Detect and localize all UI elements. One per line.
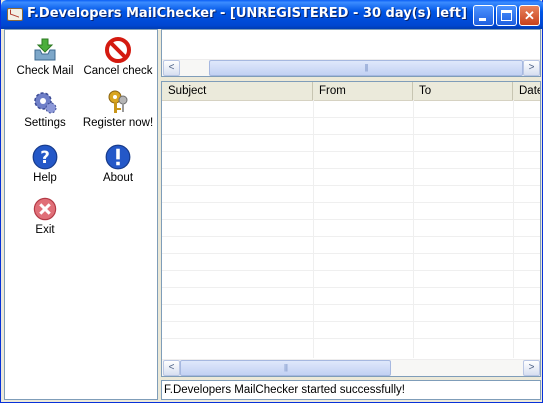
exit-icon <box>33 197 57 221</box>
about-icon <box>105 144 131 170</box>
settings-button[interactable]: Settings <box>9 89 81 129</box>
scroll-left-button[interactable]: < <box>163 60 180 76</box>
maximize-icon <box>501 10 512 21</box>
close-button[interactable]: ✕ <box>519 5 540 26</box>
gears-icon <box>34 92 57 114</box>
minimize-icon <box>479 18 486 21</box>
cancel-check-button[interactable]: Cancel check <box>82 37 154 77</box>
help-button[interactable]: ? Help <box>9 144 81 184</box>
grid-row-line <box>162 236 540 237</box>
maximize-button[interactable] <box>496 5 517 26</box>
accounts-horizontal-scrollbar[interactable]: < ||| > <box>162 59 540 76</box>
scroll-thumb[interactable]: ||| <box>209 60 523 76</box>
close-icon: ✕ <box>524 8 535 23</box>
scroll-left-button[interactable]: < <box>163 360 180 376</box>
grid-column-divider <box>413 100 414 358</box>
column-date[interactable]: Date <box>513 82 540 100</box>
check-mail-button[interactable]: Check Mail <box>9 37 81 77</box>
grid-row-line <box>162 185 540 186</box>
cancel-icon <box>105 37 131 63</box>
messages-list[interactable]: Subject From To Date < ||| > <box>161 81 541 377</box>
column-from[interactable]: From <box>313 82 413 100</box>
grid-row-line <box>162 287 540 288</box>
exit-label: Exit <box>35 224 55 236</box>
grid-row-line <box>162 321 540 322</box>
scroll-left-icon: < <box>168 362 175 373</box>
scroll-right-button[interactable]: > <box>523 360 540 376</box>
keys-icon <box>108 90 128 113</box>
grid-row-line <box>162 117 540 118</box>
column-to[interactable]: To <box>413 82 513 100</box>
check-mail-label: Check Mail <box>16 65 74 77</box>
exit-button[interactable]: Exit <box>9 196 81 236</box>
status-bar: F.Developers MailChecker started success… <box>161 380 541 400</box>
scroll-grip-icon: ||| <box>364 63 368 72</box>
grid-row-line <box>162 270 540 271</box>
title-bar[interactable]: F.Developers MailChecker - [UNREGISTERED… <box>1 0 543 29</box>
scroll-right-icon: > <box>528 62 535 73</box>
cancel-check-label: Cancel check <box>83 65 153 77</box>
app-envelope-icon[interactable] <box>7 8 23 21</box>
scroll-grip-icon: ||| <box>283 363 288 372</box>
scroll-left-icon: < <box>168 62 175 73</box>
grid-row-line <box>162 253 540 254</box>
check-mail-icon <box>34 38 56 61</box>
help-label: Help <box>33 172 57 184</box>
grid-row-line <box>162 304 540 305</box>
minimize-button[interactable] <box>473 5 494 26</box>
settings-label: Settings <box>24 117 66 129</box>
scroll-right-icon: > <box>528 362 535 373</box>
svg-text:?: ? <box>40 148 50 167</box>
register-button[interactable]: Register now! <box>82 89 154 129</box>
about-button[interactable]: About <box>82 144 154 184</box>
app-window: F.Developers MailChecker - [UNREGISTERED… <box>0 0 543 403</box>
grid-row-line <box>162 151 540 152</box>
accounts-panel[interactable]: < ||| > <box>161 29 541 77</box>
scroll-right-button[interactable]: > <box>523 60 540 76</box>
messages-header: Subject From To Date <box>162 82 540 101</box>
grid-row-line <box>162 338 540 339</box>
grid-column-divider <box>513 100 514 358</box>
register-label: Register now! <box>82 117 154 129</box>
scroll-thumb[interactable]: ||| <box>180 360 391 376</box>
grid-row-line <box>162 134 540 135</box>
help-icon: ? <box>32 144 58 170</box>
toolbar-sidebar: Check Mail Cancel check Settings Registe… <box>4 29 158 400</box>
messages-horizontal-scrollbar[interactable]: < ||| > <box>162 359 540 376</box>
about-label: About <box>102 172 134 184</box>
grid-row-line <box>162 168 540 169</box>
grid-column-divider <box>313 100 314 358</box>
main-area: < ||| > Subject From To Date < ||| > F.D… <box>161 29 541 400</box>
window-title: F.Developers MailChecker - [UNREGISTERED… <box>27 6 467 21</box>
column-subject[interactable]: Subject <box>162 82 313 100</box>
grid-row-line <box>162 219 540 220</box>
grid-row-line <box>162 202 540 203</box>
